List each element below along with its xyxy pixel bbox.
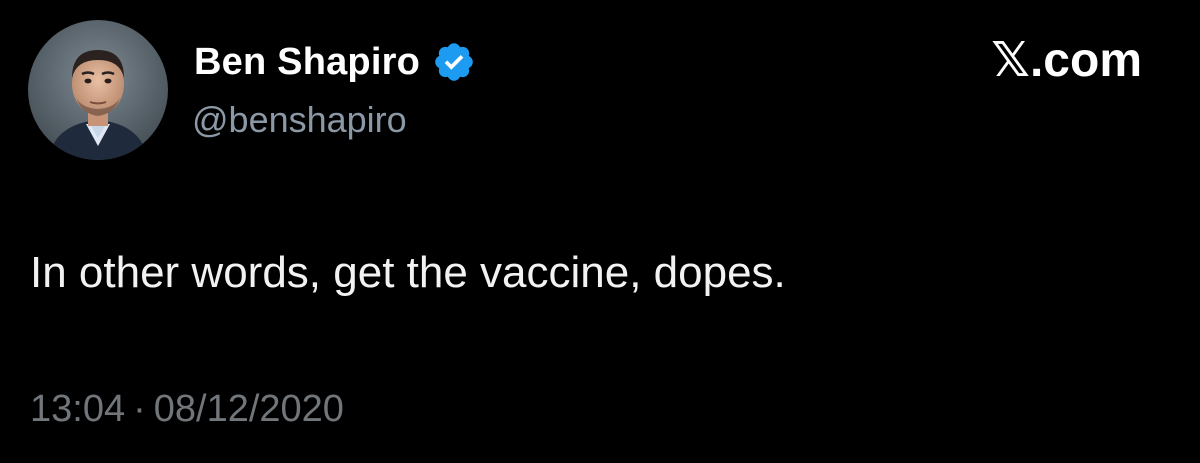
avatar[interactable] bbox=[28, 20, 168, 160]
tweet-body-text: In other words, get the vaccine, dopes. bbox=[30, 248, 786, 297]
author-name-row[interactable]: Ben Shapiro bbox=[194, 36, 476, 88]
timestamp-separator: · bbox=[133, 388, 146, 430]
tweet-card: Ben Shapiro @benshapiro 𝕏.com In other w… bbox=[0, 0, 1200, 463]
avatar-photo bbox=[28, 20, 168, 160]
tweet-date[interactable]: 08/12/2020 bbox=[154, 388, 344, 431]
author-handle[interactable]: @benshapiro bbox=[192, 99, 407, 141]
tweet-timestamp[interactable]: 13:04 · 08/12/2020 bbox=[30, 388, 344, 431]
display-name[interactable]: Ben Shapiro bbox=[194, 41, 420, 84]
verified-badge-icon[interactable] bbox=[432, 40, 476, 84]
tweet-time[interactable]: 13:04 bbox=[30, 388, 125, 431]
x-logo-watermark: 𝕏.com bbox=[991, 34, 1142, 87]
